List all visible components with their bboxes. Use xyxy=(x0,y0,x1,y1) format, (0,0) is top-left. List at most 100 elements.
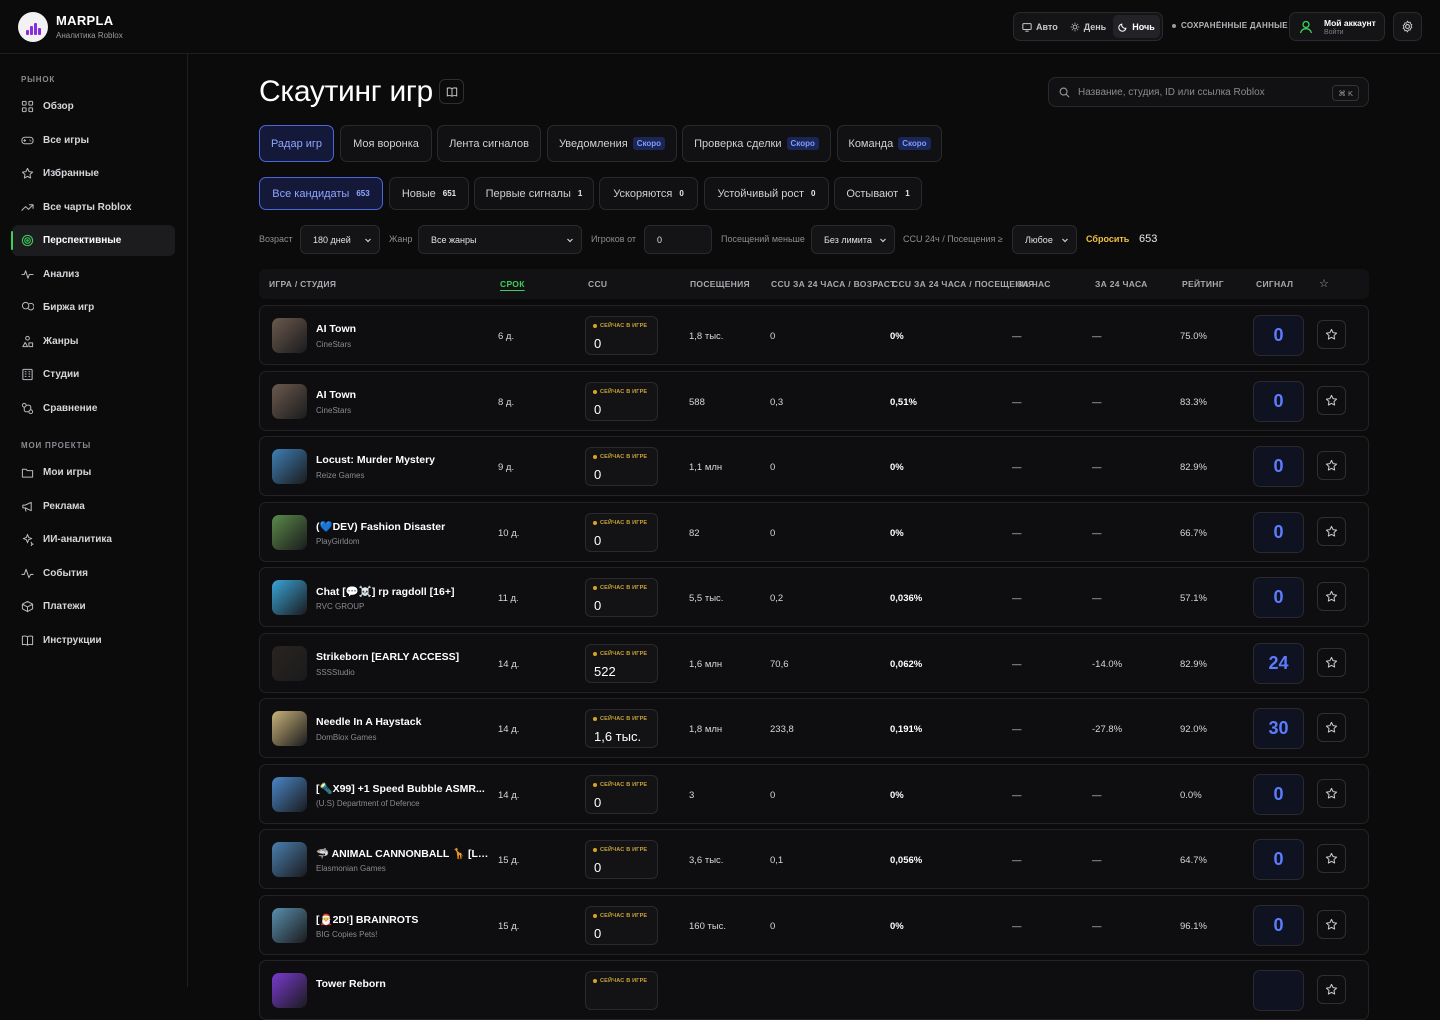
table-row[interactable]: Strikeborn [EARLY ACCESS] SSSStudio 14 д. С… xyxy=(259,632,1369,693)
column-ccu[interactable]: CCU xyxy=(588,279,607,289)
filter-chip-1[interactable]: Новые 651 xyxy=(389,177,469,210)
sidebar-item-megaphone[interactable]: Реклама xyxy=(12,491,175,522)
game-studio[interactable]: CineStars xyxy=(316,340,351,349)
filter-chip-3[interactable]: Ускоряются 0 xyxy=(599,177,698,210)
game-studio[interactable]: BIG Copies Pets! xyxy=(316,930,377,939)
tab-3[interactable]: Уведомления Скоро xyxy=(547,125,677,162)
tab-5[interactable]: Команда Скоро xyxy=(837,125,942,162)
column-day[interactable]: ЗА 24 ЧАСА xyxy=(1095,279,1148,289)
theme-night-button[interactable]: Ночь xyxy=(1113,15,1160,38)
signal-score[interactable]: 0 xyxy=(1253,446,1304,487)
table-row[interactable]: AI Town CineStars 8 д. СЕЙЧАС В ИГРЕ 0 588 0,3… xyxy=(259,370,1369,431)
sidebar-item-building[interactable]: Студии xyxy=(12,359,175,390)
game-thumbnail[interactable] xyxy=(272,449,307,484)
players-input[interactable]: 0 xyxy=(644,225,712,254)
favorite-button[interactable] xyxy=(1317,451,1346,480)
sidebar-item-coins[interactable]: Биржа игр xyxy=(12,292,175,323)
game-thumbnail[interactable] xyxy=(272,907,307,943)
table-row[interactable]: [🔦X99] +1 Speed Bubble ASMR... (U.S) Depa… xyxy=(259,763,1369,824)
game-name[interactable]: [🔦X99] +1 Speed Bubble ASMR... xyxy=(316,782,491,795)
game-thumbnail[interactable] xyxy=(272,514,307,550)
tab-0[interactable]: Радар игр xyxy=(259,125,334,162)
sidebar-item-star[interactable]: Избранные xyxy=(12,158,175,189)
table-row[interactable]: Needle In A Haystack DomBlox Games 14 д. СЕ… xyxy=(259,698,1369,758)
game-studio[interactable]: Reize Games xyxy=(316,471,364,480)
sidebar-item-gamepad[interactable]: Все игры xyxy=(12,125,175,156)
game-thumbnail[interactable] xyxy=(272,383,307,419)
game-thumbnail[interactable] xyxy=(272,973,307,1008)
game-studio[interactable]: PlayGirldom xyxy=(316,537,360,546)
signal-score[interactable]: 30 xyxy=(1253,708,1304,749)
favorite-button[interactable] xyxy=(1317,713,1346,742)
sidebar-item-target[interactable]: Перспективные xyxy=(11,225,175,256)
sidebar-item-sparkle[interactable]: ИИ-аналитика xyxy=(12,524,175,555)
game-thumbnail[interactable] xyxy=(272,842,307,877)
account-button[interactable]: Мой аккаунт Войти xyxy=(1289,12,1385,41)
column-signal[interactable]: СИГНАЛ xyxy=(1256,279,1293,289)
signal-score[interactable]: 0 xyxy=(1253,511,1304,553)
game-studio[interactable]: SSSStudio xyxy=(316,668,355,677)
favorite-button[interactable] xyxy=(1317,385,1346,415)
favorite-button[interactable] xyxy=(1317,320,1346,349)
favorite-button[interactable] xyxy=(1317,516,1346,546)
favorite-button[interactable] xyxy=(1317,778,1346,808)
filter-chip-0[interactable]: Все кандидаты 653 xyxy=(259,177,383,210)
column-visits[interactable]: ПОСЕЩЕНИЯ xyxy=(690,279,750,289)
sidebar-item-pulse[interactable]: Анализ xyxy=(12,259,175,290)
sidebar-item-trend[interactable]: Все чарты Roblox xyxy=(12,192,175,223)
tab-2[interactable]: Лента сигналов xyxy=(437,125,541,162)
game-name[interactable]: (💙DEV) Fashion Disaster xyxy=(316,520,491,533)
game-name[interactable]: 🦈 ANIMAL CANNONBALL 🦒 [LA... xyxy=(316,847,491,860)
favorite-button[interactable] xyxy=(1317,844,1346,873)
table-row[interactable]: Tower Reborn СЕЙЧАС В ИГРЕ xyxy=(259,960,1369,1020)
column-ccu-age[interactable]: CCU ЗА 24 ЧАСА / ВОЗРАСТ xyxy=(771,279,896,289)
game-name[interactable]: [🎅2D!] BRAINROTS xyxy=(316,913,491,926)
sidebar-item-folder[interactable]: Мои игры xyxy=(12,457,175,488)
reset-filters-button[interactable]: Сбросить xyxy=(1086,234,1129,244)
signal-score[interactable]: 0 xyxy=(1253,773,1304,815)
sidebar-item-book[interactable]: Инструкции xyxy=(12,625,175,656)
sidebar-item-shapes[interactable]: Жанры xyxy=(12,326,175,357)
age-select[interactable]: 180 дней xyxy=(300,225,380,254)
table-row[interactable]: Chat [💬☠️] rp ragdoll [16+] RVC GROUP 11 д… xyxy=(259,567,1369,627)
filter-chip-2[interactable]: Первые сигналы 1 xyxy=(474,177,594,210)
theme-day-button[interactable]: День xyxy=(1065,15,1112,38)
game-studio[interactable]: Elasmonian Games xyxy=(316,864,386,873)
game-thumbnail[interactable] xyxy=(272,580,307,615)
table-row[interactable]: (💙DEV) Fashion Disaster PlayGirldom 10 д. С… xyxy=(259,501,1369,562)
game-name[interactable]: AI Town xyxy=(316,323,491,335)
favorite-button[interactable] xyxy=(1317,582,1346,611)
visits-select[interactable]: Без лимита xyxy=(811,225,895,254)
game-studio[interactable]: DomBlox Games xyxy=(316,733,376,742)
sidebar-item-box[interactable]: Платежи xyxy=(12,591,175,622)
signal-score[interactable] xyxy=(1253,970,1304,1011)
column-hour[interactable]: ЗА ЧАС xyxy=(1017,279,1051,289)
table-row[interactable]: 🦈 ANIMAL CANNONBALL 🦒 [LA... Elasmonian G… xyxy=(259,829,1369,889)
signal-score[interactable]: 0 xyxy=(1253,839,1304,880)
saved-data-link[interactable]: СОХРАНЁННЫЕ ДАННЫЕ xyxy=(1172,21,1288,30)
favorite-button[interactable] xyxy=(1317,647,1346,677)
game-thumbnail[interactable] xyxy=(272,645,307,681)
column-ccu-visits[interactable]: CCU ЗА 24 ЧАСА / ПОСЕЩЕНИЯ xyxy=(892,279,1034,289)
guide-button[interactable] xyxy=(439,79,464,104)
genre-select[interactable]: Все жанры xyxy=(418,225,582,254)
game-thumbnail[interactable] xyxy=(272,711,307,746)
table-row[interactable]: [🎅2D!] BRAINROTS BIG Copies Pets! 15 д. СЕЙ… xyxy=(259,894,1369,955)
settings-button[interactable] xyxy=(1393,12,1422,41)
game-name[interactable]: AI Town xyxy=(316,389,491,401)
game-studio[interactable]: RVC GROUP xyxy=(316,602,364,611)
favorite-button[interactable] xyxy=(1317,975,1346,1004)
sidebar-item-compare[interactable]: Сравнение xyxy=(12,393,175,424)
sidebar-item-grid[interactable]: Обзор xyxy=(12,91,175,122)
game-studio[interactable]: (U.S) Department of Defence xyxy=(316,799,420,808)
table-row[interactable]: Locust: Murder Mystery Reize Games 9 д. СЕЙ… xyxy=(259,436,1369,496)
game-name[interactable]: Chat [💬☠️] rp ragdoll [16+] xyxy=(316,585,491,598)
signal-score[interactable]: 0 xyxy=(1253,315,1304,356)
column-age[interactable]: СРОК xyxy=(500,279,525,289)
game-thumbnail[interactable] xyxy=(272,776,307,812)
column-favorite[interactable]: ☆ xyxy=(1319,277,1329,290)
filter-chip-4[interactable]: Устойчивый рост 0 xyxy=(704,177,829,210)
signal-score[interactable]: 0 xyxy=(1253,904,1304,946)
signal-score[interactable]: 24 xyxy=(1253,642,1304,684)
search-input[interactable] xyxy=(1078,86,1328,98)
